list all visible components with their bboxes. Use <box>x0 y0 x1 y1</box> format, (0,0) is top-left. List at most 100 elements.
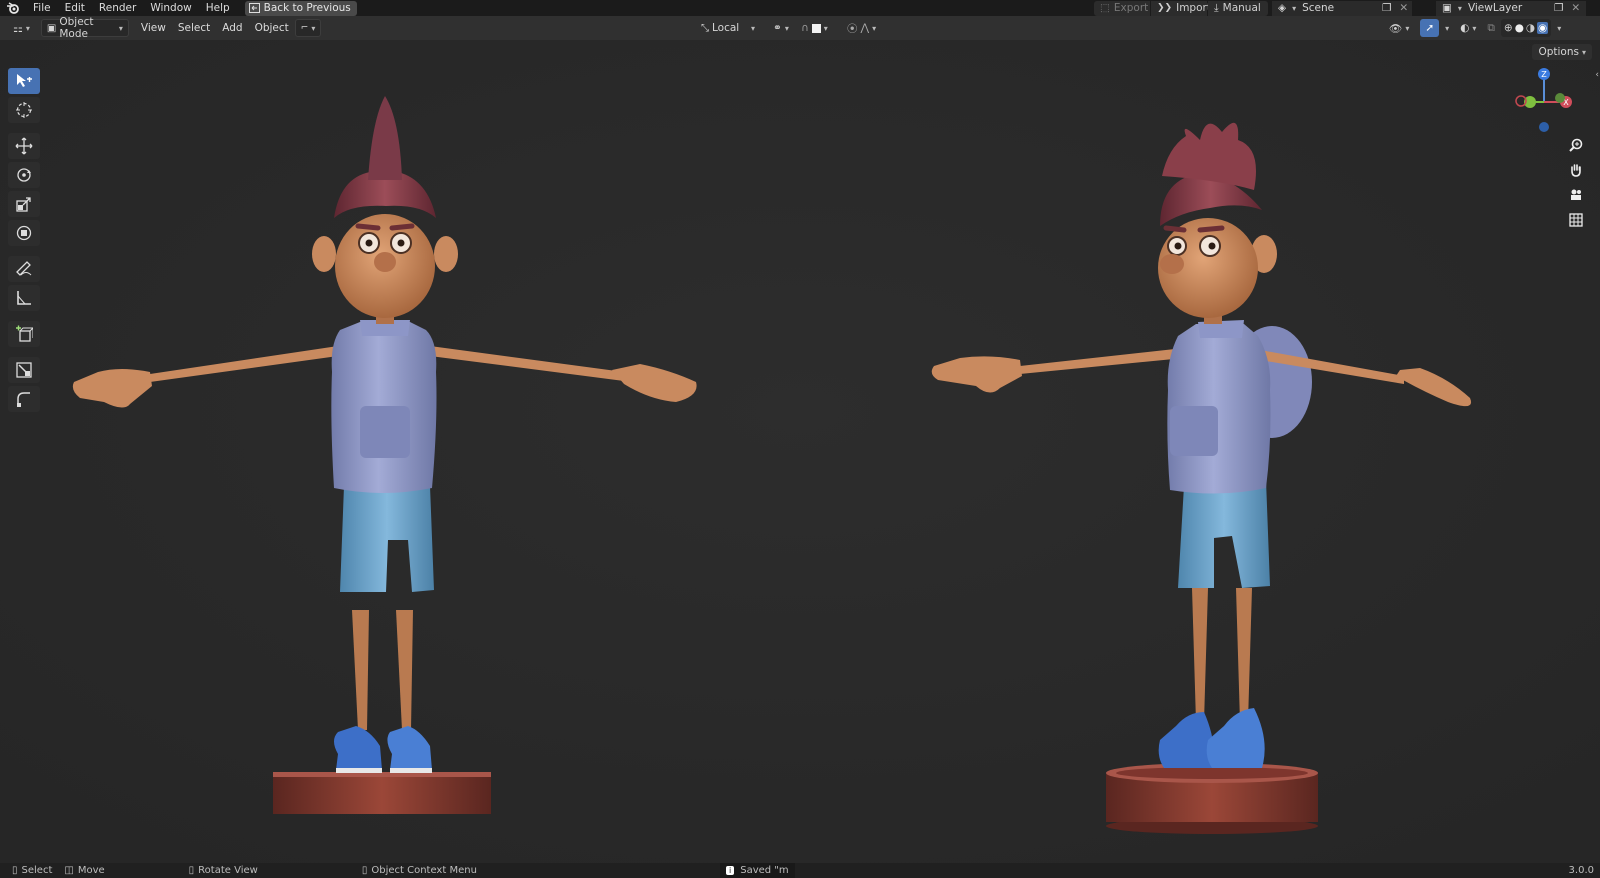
select-box-tool[interactable] <box>8 68 40 94</box>
transform-icon <box>16 225 32 241</box>
visibility-dropdown[interactable]: 👁 ▾ <box>1384 19 1414 37</box>
saved-notification[interactable]: i Saved "m <box>720 863 795 878</box>
rendered-shading-icon[interactable]: ◉ <box>1537 22 1549 34</box>
chevron-down-icon: ▾ <box>1292 3 1297 13</box>
mode-selector[interactable]: ▣ Object Mode ▾ <box>40 16 129 40</box>
viewlayer-selector[interactable]: ▣ ▾ ViewLayer <box>1436 0 1586 16</box>
falloff-icon: ⋀ <box>860 22 870 34</box>
menu-view[interactable]: View <box>135 22 172 34</box>
status-rotate-view: ▯ Rotate View <box>189 865 258 876</box>
version-label: 3.0.0 <box>1568 865 1594 876</box>
back-to-previous-button[interactable]: Back to Previous <box>244 0 357 16</box>
wireframe-shading-icon[interactable]: ⊕ <box>1504 22 1513 34</box>
scale-tool[interactable] <box>8 191 40 217</box>
saved-message: Saved "m <box>740 865 789 876</box>
mode-label: Object Mode <box>59 16 94 40</box>
status-bar: ▯ Select ◫ Move ▯ Rotate View ▯ Object C… <box>0 863 1600 878</box>
menu-render[interactable]: Render <box>92 0 143 16</box>
chevron-down-icon: ▾ <box>1405 23 1410 33</box>
status-context-menu: ▯ Object Context Menu <box>362 865 477 876</box>
blender-logo-icon[interactable] <box>0 0 26 16</box>
scale-icon <box>16 197 31 212</box>
gizmo-dropdown[interactable]: ⌐ ▾ <box>294 19 321 37</box>
navigation-controls <box>1566 136 1586 229</box>
viewlayer-name: ViewLayer <box>1467 2 1523 14</box>
annotate-tool[interactable] <box>8 256 40 282</box>
sidebar-toggle-icon[interactable]: ‹ <box>1595 70 1599 80</box>
rotate-tool[interactable] <box>8 162 40 188</box>
proportional-edit-dropdown[interactable]: ⦿ ⋀ ▾ <box>842 19 881 37</box>
close-viewlayer-icon[interactable]: ✕ <box>1571 2 1580 14</box>
manual-label: Manual <box>1222 2 1261 14</box>
manual-button[interactable]: ⤓ Manual <box>1208 0 1268 16</box>
chevron-down-icon: ▾ <box>25 23 30 33</box>
scene-name: Scene <box>1302 2 1335 14</box>
close-scene-icon[interactable]: ✕ <box>1399 2 1408 14</box>
overlays-toggle[interactable]: ◐ ▾ <box>1455 19 1481 37</box>
shear-tool[interactable] <box>8 386 40 412</box>
editor-type-button[interactable]: ⚏ ▾ <box>8 19 35 37</box>
viewport-header: ⚏ ▾ ▣ Object Mode ▾ View Select Add Obje… <box>0 16 1600 40</box>
mouse-middle-icon: ▯ <box>188 865 195 876</box>
download-icon: ⤓ <box>1214 1 1219 14</box>
status-move-label: Move <box>77 865 105 876</box>
import-label: Import <box>1176 2 1211 14</box>
copy-scene-icon[interactable]: ❐ <box>1382 2 1391 14</box>
status-select-label: Select <box>21 865 53 876</box>
status-select: ▯ Select <box>12 865 52 876</box>
menu-window[interactable]: Window <box>143 0 198 16</box>
move-arrows-icon <box>15 137 33 155</box>
menu-edit[interactable]: Edit <box>58 0 92 16</box>
gizmos-toggle[interactable]: ➚ <box>1420 19 1440 37</box>
import-button[interactable]: ❯❯ Import <box>1151 0 1211 16</box>
editor-type-icon: ⚏ <box>13 21 23 35</box>
ruler-icon <box>17 291 31 305</box>
chevron-down-icon: ▾ <box>118 23 123 33</box>
scene-icon: ◈ <box>1278 2 1287 14</box>
export-label: Export <box>1113 2 1149 14</box>
menu-file[interactable]: File <box>26 0 58 16</box>
object-mode-icon: ▣ <box>46 22 57 34</box>
gizmo-icon: ⌐ <box>300 23 309 33</box>
camera-icon[interactable] <box>1566 186 1586 204</box>
transform-orientation-dropdown[interactable]: ⤡ Local ▾ <box>696 19 760 37</box>
move-tool[interactable] <box>8 133 40 159</box>
material-shading-icon[interactable]: ◑ <box>1526 22 1535 34</box>
navigation-gizmo[interactable]: Z X <box>1514 64 1584 134</box>
export-button[interactable]: ⬚ Export <box>1094 0 1150 16</box>
export-icon: ⬚ <box>1100 2 1110 14</box>
chevron-down-icon: ▾ <box>750 23 755 33</box>
add-cube-icon <box>16 325 33 342</box>
chevron-down-icon: ▾ <box>823 23 828 33</box>
overlays-icon: ◐ <box>1460 22 1470 34</box>
copy-viewlayer-icon[interactable]: ❐ <box>1554 2 1563 14</box>
zoom-icon[interactable] <box>1566 136 1586 154</box>
pivot-point-dropdown[interactable]: ⚭ ▾ <box>768 19 794 37</box>
3d-viewport[interactable]: Options ▾ ‹ Z X <box>0 40 1600 863</box>
menu-select[interactable]: Select <box>172 22 216 34</box>
xray-icon[interactable]: ⧉ <box>1487 22 1495 35</box>
chevron-down-icon[interactable]: ▾ <box>1445 24 1449 33</box>
menu-add[interactable]: Add <box>216 22 248 34</box>
scale-cage-icon <box>16 362 32 378</box>
cursor-tool[interactable] <box>8 97 40 123</box>
crosshair-icon <box>16 102 32 118</box>
solid-shading-icon[interactable]: ● <box>1515 22 1524 34</box>
options-label: Options <box>1538 46 1579 58</box>
transform-tool[interactable] <box>8 220 40 246</box>
orientation-label: Local <box>712 22 740 34</box>
menu-help[interactable]: Help <box>199 0 237 16</box>
chevron-down-icon: ▾ <box>784 23 789 33</box>
chevron-down-icon[interactable]: ▾ <box>1557 24 1561 33</box>
mouse-drag-icon: ◫ <box>64 865 74 876</box>
proportional-icon: ⦿ <box>847 22 858 35</box>
menu-object[interactable]: Object <box>249 22 295 34</box>
snap-dropdown[interactable]: ∩ ▾ <box>796 19 833 37</box>
snap-target-icon <box>811 23 821 33</box>
measure-tool[interactable] <box>8 285 40 311</box>
pan-hand-icon[interactable] <box>1566 161 1586 179</box>
grid-ortho-icon[interactable] <box>1566 211 1586 229</box>
scale-cage-tool[interactable] <box>8 357 40 383</box>
add-cube-tool[interactable] <box>8 321 40 347</box>
options-dropdown[interactable]: Options ▾ <box>1532 44 1592 60</box>
